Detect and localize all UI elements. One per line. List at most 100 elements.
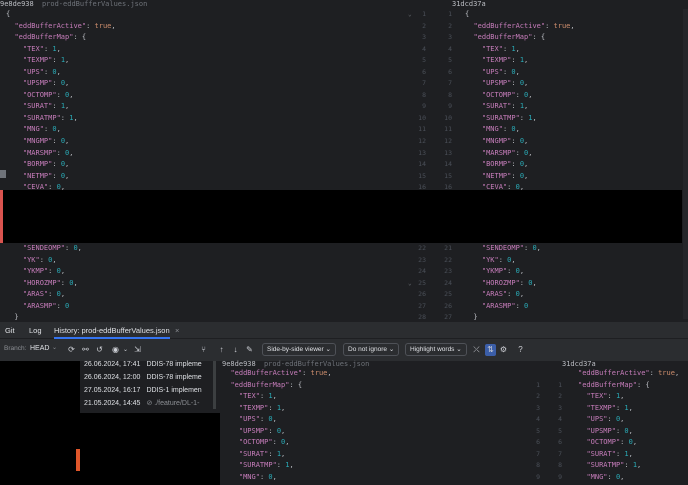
code-line: "SURATMP": 1, xyxy=(22,113,78,122)
ignore-dropdown[interactable]: Do not ignore ⌄ xyxy=(343,343,400,356)
commit-message: ⊘ ./feature/DL-1- xyxy=(146,400,200,407)
sync-scroll-icon[interactable]: ⇅ xyxy=(485,344,496,356)
code-line: "eddBufferActive": true, xyxy=(14,21,116,30)
code-line: "eddBufferMap": { xyxy=(14,33,87,42)
refresh-icon[interactable]: ⟳ xyxy=(66,344,77,356)
line-number: 1 xyxy=(536,380,540,389)
left-code-editor-lower[interactable]: "SENDEOMP": 0, "YK": 0, "YKMP": 0, "HORO… xyxy=(6,243,401,321)
right-code-editor[interactable]: { "eddBufferActive": true, "eddBufferMap… xyxy=(465,9,680,190)
line-number: 3 xyxy=(448,33,452,42)
code-line: "SURATMP": 1, xyxy=(481,113,537,122)
line-number: 13 xyxy=(444,148,452,157)
code-line: "MNGMP": 0, xyxy=(22,137,70,146)
code-line: "eddBufferActive": true, xyxy=(473,21,575,30)
code-line: "SENDEOMP": 0, xyxy=(22,244,82,252)
line-number: 14 xyxy=(418,160,426,169)
line-number: 13 xyxy=(418,148,426,157)
code-line: "ARASMP": 0 xyxy=(22,301,70,310)
scroll-marker xyxy=(0,170,6,178)
branch-icon[interactable]: ⑂ xyxy=(198,344,209,356)
commit-hash: 9e8de938 xyxy=(222,360,256,368)
gear-icon[interactable]: ⚙ xyxy=(498,344,509,356)
code-line: "eddBufferMap": { xyxy=(473,33,546,42)
scrollbar[interactable] xyxy=(213,361,216,409)
help-icon[interactable]: ? xyxy=(515,344,526,356)
left-code-editor[interactable]: { "eddBufferActive": true, "eddBufferMap… xyxy=(6,9,401,190)
commit-row[interactable]: 26.06.2024, 12:00 DDIS-78 impleme xyxy=(84,371,216,384)
commit-list[interactable]: 26.06.2024, 17:41 DDIS-78 impleme 26.06.20… xyxy=(84,358,216,410)
right-code-editor-lower[interactable]: "SENDEOMP": 0, "YK": 0, "YKMP": 0, "HORO… xyxy=(465,243,680,321)
line-number: 12 xyxy=(444,137,452,146)
collapse-icon[interactable]: ⤫ xyxy=(471,344,482,356)
tab-git[interactable]: Git xyxy=(5,322,15,339)
line-number: 7 xyxy=(536,449,540,458)
close-icon[interactable]: × xyxy=(175,322,179,339)
commit-row[interactable]: 27.05.2024, 16:17 DDIS-1 implemen xyxy=(84,384,216,397)
commit-row[interactable]: 21.05.2024, 14:45 ⊘ ./feature/DL-1- xyxy=(84,397,216,410)
code-line: { xyxy=(465,10,470,18)
code-line: "BORMP": 0, xyxy=(481,160,529,169)
line-number: 10 xyxy=(444,113,452,122)
commit-hash: 31dcd37a xyxy=(562,360,596,368)
revert-icon[interactable]: ↺ xyxy=(94,344,105,356)
arrow-down-icon[interactable]: ↓ xyxy=(230,344,241,356)
diff-arrow-icon[interactable]: ⌄ xyxy=(408,11,412,18)
code-line: "TEX": 1, xyxy=(238,392,277,401)
code-line: "SENDEOMP": 0, xyxy=(481,244,541,252)
history-diff-right[interactable]: "eddBufferActive": true, "eddBufferMap": … xyxy=(578,368,684,485)
code-line: "YKMP": 0, xyxy=(481,267,525,276)
right-line-numbers: 1 2 3 4 5 6 7 8 9 10 11 12 13 14 15 16 xyxy=(430,9,452,190)
code-line: "SURATMP": 1, xyxy=(586,461,642,470)
highlight-label: Highlight words xyxy=(410,346,455,353)
code-line: "SURAT": 1, xyxy=(586,449,633,458)
code-line: "YK": 0, xyxy=(481,255,516,264)
code-line: } xyxy=(6,313,19,321)
branch-value[interactable]: HEAD xyxy=(30,345,49,352)
scrollbar[interactable] xyxy=(683,9,688,319)
chevron-down-icon[interactable]: ⌄ xyxy=(52,344,57,351)
tab-history[interactable]: History: prod-eddBufferValues.json xyxy=(54,322,170,339)
line-number: 11 xyxy=(444,125,452,134)
commit-row[interactable]: 26.06.2024, 17:41 DDIS-78 impleme xyxy=(84,358,216,371)
code-line: "eddBufferMap": { xyxy=(230,380,303,389)
cherry-pick-icon[interactable]: ⚯ xyxy=(80,344,91,356)
code-line: "YKMP": 0, xyxy=(22,267,66,276)
code-line: "TEX": 1, xyxy=(481,44,520,53)
line-number: 6 xyxy=(422,67,426,76)
code-line: "MNG": 0, xyxy=(481,125,520,134)
chevron-down-icon[interactable]: ⌄ xyxy=(120,344,131,356)
code-line: "SURAT": 1, xyxy=(22,102,70,111)
line-number: 8 xyxy=(448,90,452,99)
code-line: "UPS": 0, xyxy=(238,415,277,424)
file-name: prod-eddBufferValues.json xyxy=(263,360,370,368)
line-number: 4 xyxy=(422,44,426,53)
line-number: 8 xyxy=(558,461,562,470)
history-diff-left[interactable]: "eddBufferActive": true, "eddBufferMap":… xyxy=(222,368,522,485)
code-line: "ARASMP": 0 xyxy=(481,301,529,310)
tab-log[interactable]: Log xyxy=(29,322,42,339)
history-line-numbers-left: 1 2 3 4 5 6 7 8 9 xyxy=(524,368,540,485)
line-number: 27 xyxy=(444,313,452,321)
line-number: 24 xyxy=(418,267,426,276)
edit-icon[interactable]: ✎ xyxy=(244,344,255,356)
line-number: 2 xyxy=(422,21,426,30)
line-number: 2 xyxy=(448,21,452,30)
line-number: 9 xyxy=(448,102,452,111)
arrow-up-icon[interactable]: ↑ xyxy=(216,344,227,356)
line-number: 26 xyxy=(444,301,452,310)
code-line: } xyxy=(465,313,478,321)
code-line: "OCTOMP": 0, xyxy=(238,438,290,447)
viewer-dropdown[interactable]: Side-by-side viewer ⌄ xyxy=(262,343,336,356)
code-line: "UPSMP": 0, xyxy=(586,426,633,435)
commit-hash: 31dcd37a xyxy=(452,0,486,8)
line-number: 5 xyxy=(558,426,562,435)
line-number: 6 xyxy=(448,67,452,76)
highlight-dropdown[interactable]: Highlight words ⌄ xyxy=(405,343,467,356)
line-number: 7 xyxy=(422,79,426,88)
code-line: "TEXMP": 1, xyxy=(586,403,633,412)
line-number: 2 xyxy=(536,392,540,401)
line-number xyxy=(544,368,562,380)
line-number: 15 xyxy=(418,171,426,180)
line-number: 25 xyxy=(444,290,452,299)
expand-icon[interactable]: ⇲ xyxy=(132,344,143,356)
